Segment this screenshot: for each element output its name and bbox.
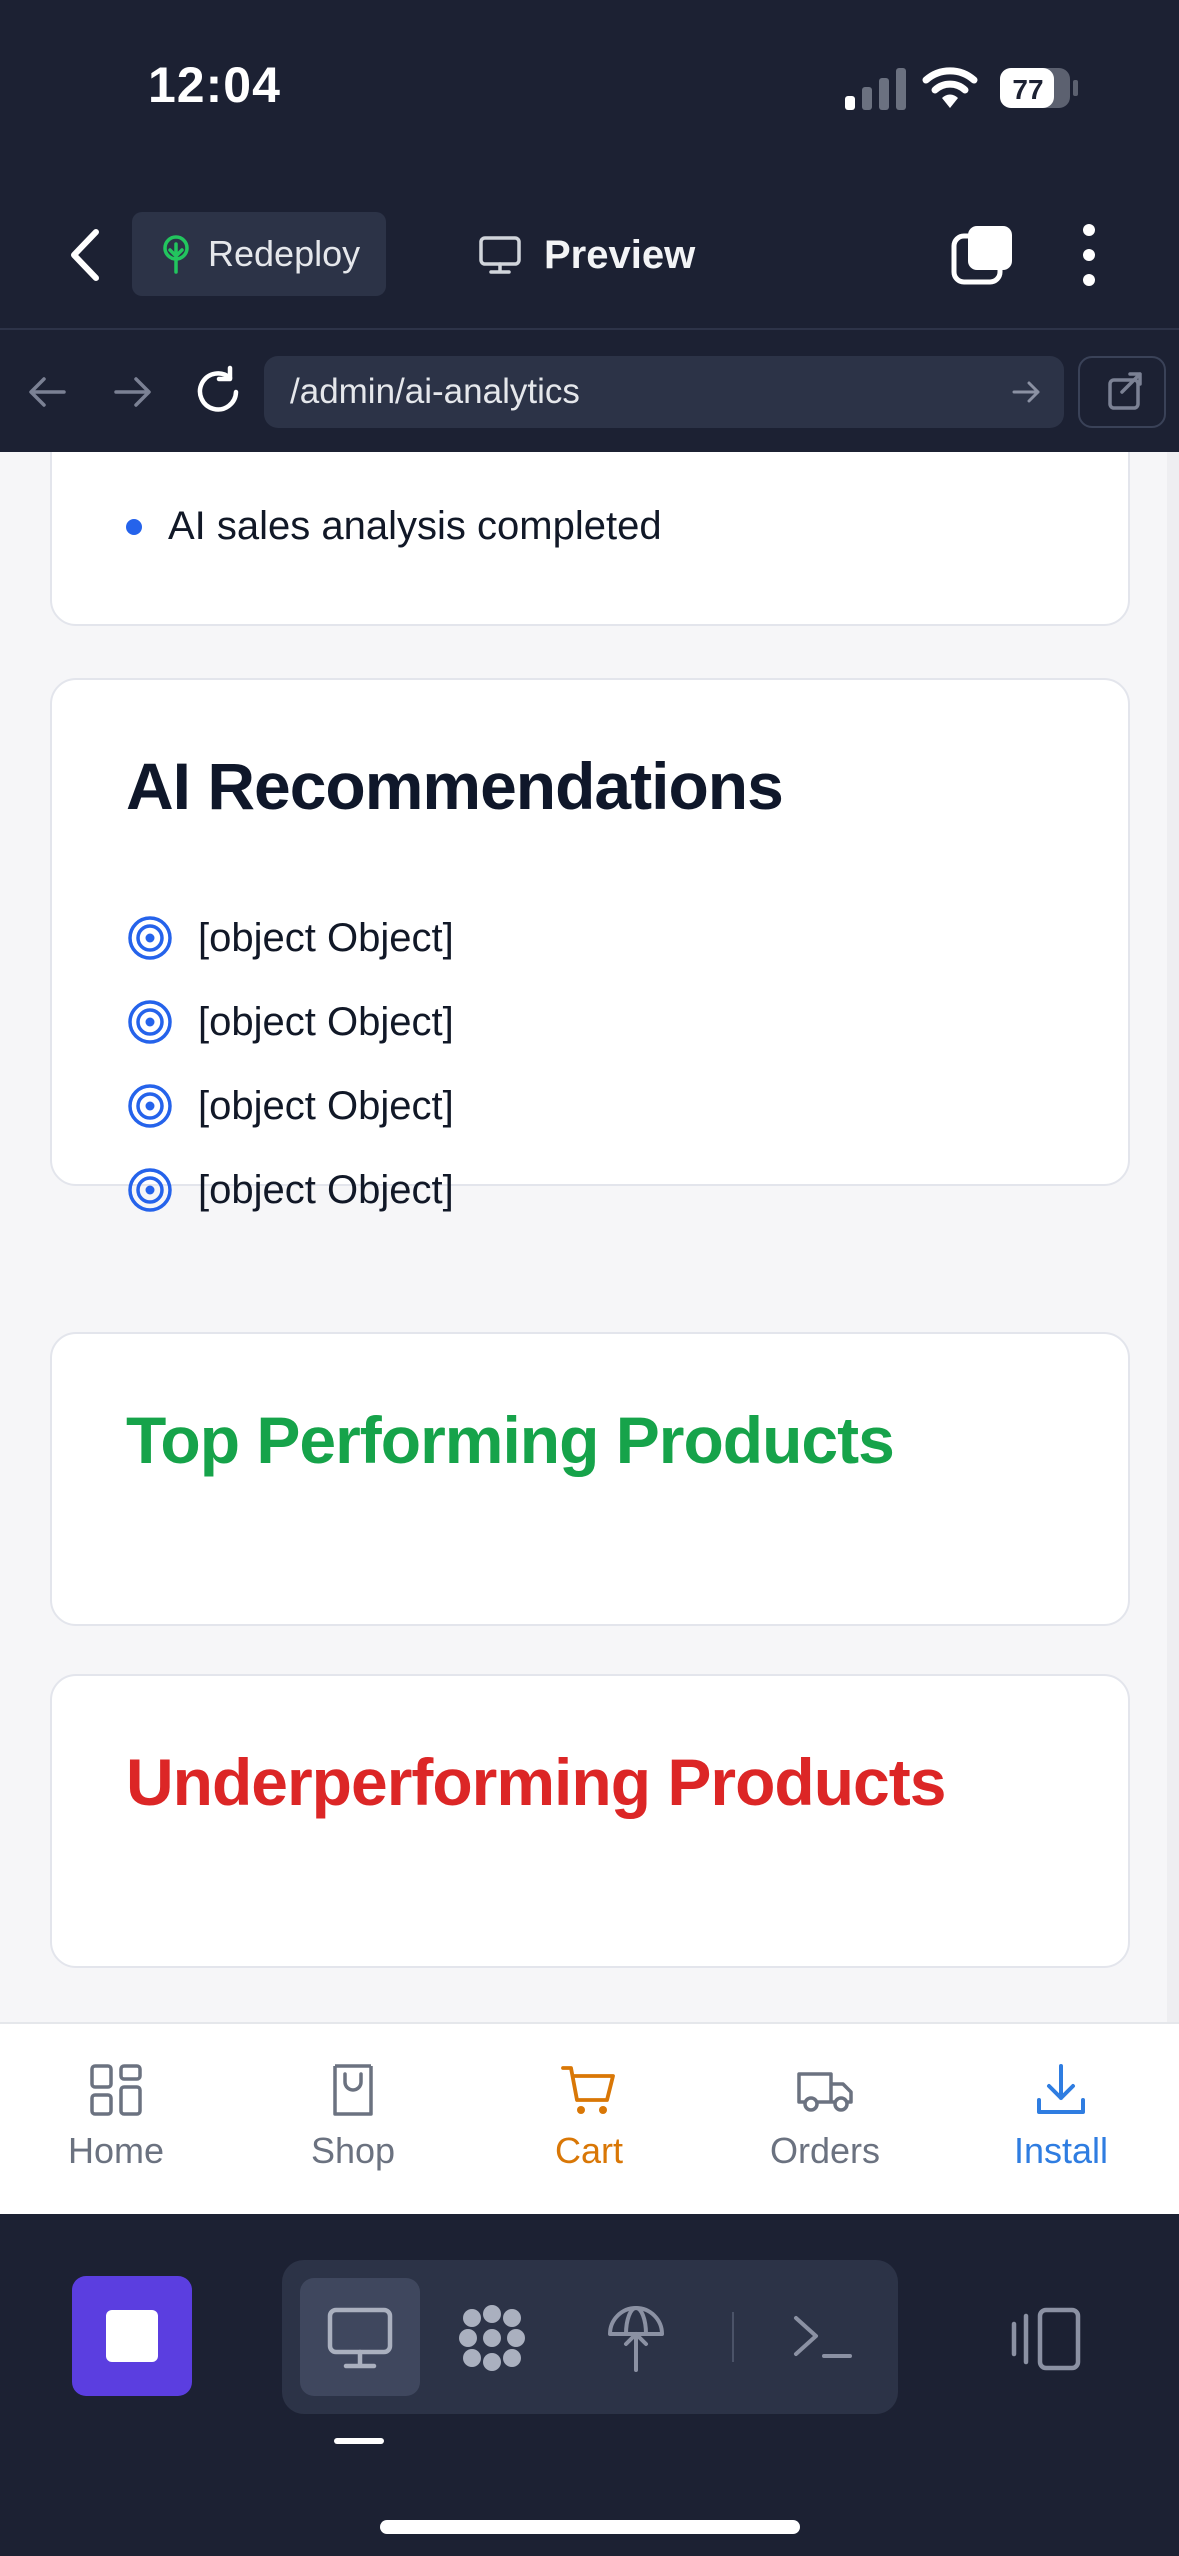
status-bar: 12:04 77 bbox=[0, 0, 1179, 180]
nav-back-arrow-icon[interactable] bbox=[24, 368, 72, 416]
target-icon bbox=[128, 916, 172, 960]
recommendation-item: [object Object] bbox=[126, 980, 454, 1064]
grid-icon bbox=[90, 2064, 142, 2116]
back-chevron-icon[interactable] bbox=[62, 226, 110, 284]
reload-icon[interactable] bbox=[190, 364, 246, 420]
recommendation-text: [object Object] bbox=[198, 1083, 454, 1128]
underperforming-products-card: Underperforming Products bbox=[50, 1674, 1130, 1968]
url-input[interactable]: /admin/ai-analytics bbox=[264, 356, 1064, 428]
cellular-signal-icon bbox=[845, 68, 906, 110]
target-icon bbox=[128, 1000, 172, 1044]
recommendation-item: [object Object] bbox=[126, 896, 454, 980]
battery-icon: 77 bbox=[1000, 68, 1078, 108]
recommendations-title: AI Recommendations bbox=[126, 749, 784, 823]
browser-bar: /admin/ai-analytics bbox=[0, 332, 1179, 452]
nav-cart-label: Cart bbox=[554, 2130, 623, 2171]
wifi-icon bbox=[922, 67, 978, 108]
external-link-icon bbox=[1108, 372, 1142, 410]
stop-square-icon bbox=[106, 2310, 158, 2362]
top-products-title: Top Performing Products bbox=[126, 1403, 895, 1477]
side-panel-icon[interactable] bbox=[1010, 2306, 1082, 2372]
preview-label: Preview bbox=[544, 232, 696, 277]
nav-orders[interactable]: Orders bbox=[735, 2060, 915, 2172]
recommendations-list: [object Object] [object Object] [object … bbox=[126, 896, 454, 1232]
app-header: Redeploy Preview bbox=[0, 180, 1179, 330]
nav-install-label: Install bbox=[1013, 2130, 1109, 2171]
redeploy-button[interactable]: Redeploy bbox=[132, 212, 386, 296]
agent-icon[interactable] bbox=[454, 2304, 530, 2372]
cart-icon bbox=[561, 2066, 615, 2114]
bottom-nav: Home Shop Cart Orders Install bbox=[0, 2022, 1179, 2214]
page-content[interactable]: AI sales analysis completed AI Recommend… bbox=[0, 452, 1179, 2022]
preview-tab[interactable]: Preview bbox=[478, 220, 695, 290]
tool-switcher bbox=[282, 2260, 898, 2414]
recommendation-text: [object Object] bbox=[198, 915, 454, 960]
recommendation-item: [object Object] bbox=[126, 1148, 454, 1232]
underperforming-products-title: Underperforming Products bbox=[126, 1745, 946, 1819]
nav-shop-label: Shop bbox=[310, 2130, 396, 2171]
battery-level: 77 bbox=[1012, 74, 1043, 105]
stop-button[interactable] bbox=[72, 2276, 192, 2396]
active-tool-indicator bbox=[334, 2438, 384, 2444]
target-icon bbox=[128, 1084, 172, 1128]
activity-card: AI sales analysis completed bbox=[50, 452, 1130, 626]
nav-shop[interactable]: Shop bbox=[263, 2060, 443, 2172]
truck-icon bbox=[797, 2072, 853, 2112]
terminal-icon[interactable] bbox=[786, 2304, 862, 2372]
monitor-icon bbox=[479, 236, 521, 274]
status-time: 12:04 bbox=[148, 57, 281, 113]
more-menu-icon[interactable] bbox=[1072, 222, 1106, 288]
nav-home[interactable]: Home bbox=[26, 2060, 206, 2172]
home-indicator[interactable] bbox=[380, 2520, 800, 2534]
monitor-icon[interactable] bbox=[322, 2304, 398, 2372]
deploy-globe-icon[interactable] bbox=[598, 2304, 674, 2372]
nav-forward-arrow-icon[interactable] bbox=[108, 368, 156, 416]
target-icon bbox=[128, 1168, 172, 1212]
activity-item: AI sales analysis completed bbox=[126, 504, 662, 549]
nav-install[interactable]: Install bbox=[971, 2060, 1151, 2172]
url-text: /admin/ai-analytics bbox=[290, 372, 580, 411]
open-external-button[interactable] bbox=[1078, 356, 1166, 428]
download-icon bbox=[1037, 2064, 1085, 2114]
workspace-toolbar bbox=[0, 2214, 1179, 2556]
bullet-dot bbox=[126, 518, 142, 535]
tabs-icon[interactable] bbox=[950, 224, 1014, 286]
deploy-tree-icon bbox=[163, 235, 189, 274]
nav-home-label: Home bbox=[67, 2130, 165, 2171]
activity-text: AI sales analysis completed bbox=[168, 504, 662, 548]
go-arrow-icon[interactable] bbox=[1010, 376, 1042, 408]
top-products-card: Top Performing Products bbox=[50, 1332, 1130, 1626]
redeploy-label: Redeploy bbox=[208, 233, 361, 274]
nav-orders-label: Orders bbox=[769, 2130, 881, 2171]
store-icon bbox=[333, 2064, 373, 2116]
scrollbar[interactable] bbox=[1167, 452, 1179, 2022]
tool-divider bbox=[732, 2312, 734, 2362]
recommendations-card: AI Recommendations [object Object] [obje… bbox=[50, 678, 1130, 1212]
recommendation-text: [object Object] bbox=[198, 1167, 454, 1212]
recommendation-text: [object Object] bbox=[198, 999, 454, 1044]
nav-cart[interactable]: Cart bbox=[499, 2060, 679, 2172]
recommendation-item: [object Object] bbox=[126, 1064, 454, 1148]
